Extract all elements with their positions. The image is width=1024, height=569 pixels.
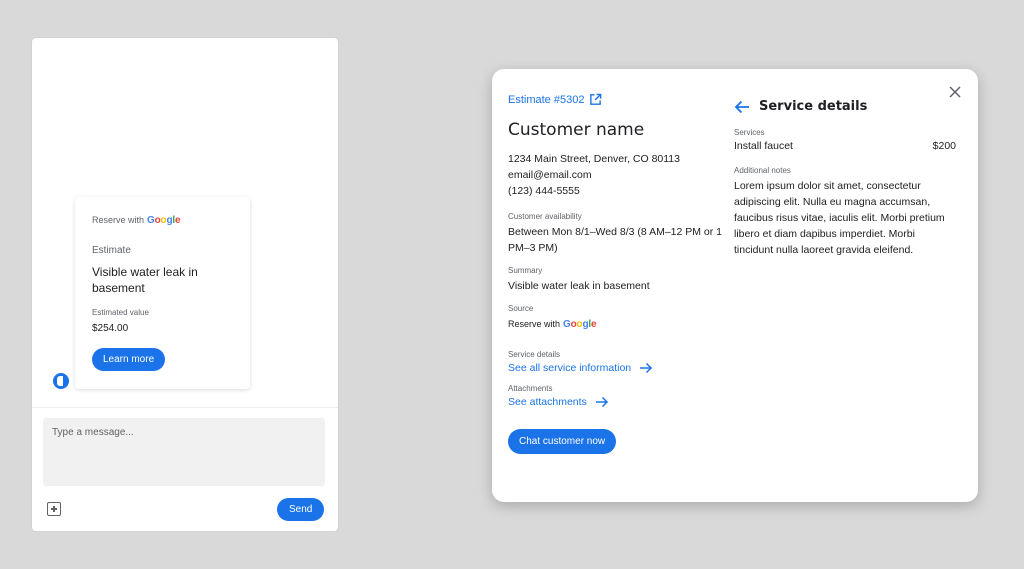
chat-messages: Reserve with Google Estimate Visible wat… xyxy=(32,38,338,407)
arrow-back-icon[interactable] xyxy=(734,100,750,114)
address: 1234 Main Street, Denver, CO 80113 xyxy=(508,153,680,165)
learn-more-button[interactable]: Learn more xyxy=(92,348,166,371)
estimate-dialog: Estimate #5302 Customer name 1234 Main S… xyxy=(492,69,978,502)
service-details-header: Service details xyxy=(734,99,956,114)
services-section: Services Install faucet $200 xyxy=(734,128,956,152)
notes-text: Lorem ipsum dolor sit amet, consectetur … xyxy=(734,180,945,256)
reserve-with-text: Reserve with xyxy=(92,215,145,225)
service-details-title: Service details xyxy=(759,99,868,114)
summary-label: Summary xyxy=(508,266,543,275)
service-info-link[interactable]: See all service information xyxy=(508,362,723,374)
send-button[interactable]: Send xyxy=(277,498,325,521)
availability-label: Customer availability xyxy=(508,212,582,221)
source-section: Source Reserve with Google xyxy=(508,304,723,330)
source-label: Source xyxy=(508,304,534,313)
summary-section: Summary Visible water leak in basement xyxy=(508,266,723,294)
estimated-value-label: Estimated value xyxy=(92,308,149,317)
attachments-label: Attachments xyxy=(508,384,553,393)
service-name: Install faucet xyxy=(734,140,793,152)
phone: (123) 444-5555 xyxy=(508,185,580,197)
estimate-details: Estimate #5302 Customer name 1234 Main S… xyxy=(508,93,723,454)
customer-name: Customer name xyxy=(508,120,645,140)
reserve-with-google: Reserve with Google xyxy=(92,215,233,229)
notes-section: Additional notes Lorem ipsum dolor sit a… xyxy=(734,166,956,258)
source-reserve-text: Reserve with xyxy=(508,319,561,329)
bot-avatar-icon xyxy=(53,373,69,389)
close-icon[interactable] xyxy=(949,86,961,98)
open-in-new-icon[interactable] xyxy=(589,93,602,106)
service-info-link-text[interactable]: See all service information xyxy=(508,362,631,374)
attachments-link[interactable]: See attachments xyxy=(508,396,723,408)
chat-panel: Reserve with Google Estimate Visible wat… xyxy=(32,38,338,531)
summary-value: Visible water leak in basement xyxy=(508,280,650,292)
notes-label: Additional notes xyxy=(734,166,791,175)
arrow-right-icon[interactable] xyxy=(595,396,609,408)
service-price: $200 xyxy=(932,140,956,152)
estimate-link[interactable]: Estimate #5302 xyxy=(508,93,723,106)
estimate-card: Reserve with Google Estimate Visible wat… xyxy=(75,197,250,389)
chat-customer-button[interactable]: Chat customer now xyxy=(508,429,617,454)
service-details-section: Service details See all service informat… xyxy=(508,350,723,374)
source-reserve-with-google: Reserve with Google xyxy=(508,319,723,330)
service-details-panel: Service details Services Install faucet … xyxy=(734,99,956,258)
message-input[interactable] xyxy=(43,418,325,486)
add-box-icon[interactable] xyxy=(47,502,61,516)
card-type: Estimate xyxy=(92,245,131,256)
availability-section: Customer availability Between Mon 8/1–We… xyxy=(508,212,723,256)
attachments-link-text[interactable]: See attachments xyxy=(508,396,587,408)
services-label: Services xyxy=(734,128,765,137)
card-title: Visible water leak in basement xyxy=(92,265,198,295)
service-details-label: Service details xyxy=(508,350,561,359)
estimate-link-text[interactable]: Estimate #5302 xyxy=(508,94,584,106)
availability-value: Between Mon 8/1–Wed 8/3 (8 AM–12 PM or 1… xyxy=(508,226,723,254)
divider xyxy=(32,407,338,408)
contact-info: 1234 Main Street, Denver, CO 80113 email… xyxy=(508,151,723,199)
google-logo: Google xyxy=(147,215,181,226)
attachments-section: Attachments See attachments xyxy=(508,384,723,408)
estimated-value: $254.00 xyxy=(92,323,129,334)
arrow-right-icon[interactable] xyxy=(639,362,653,374)
email: email@email.com xyxy=(508,169,592,181)
service-row: Install faucet $200 xyxy=(734,140,956,152)
google-logo: Google xyxy=(563,319,597,330)
